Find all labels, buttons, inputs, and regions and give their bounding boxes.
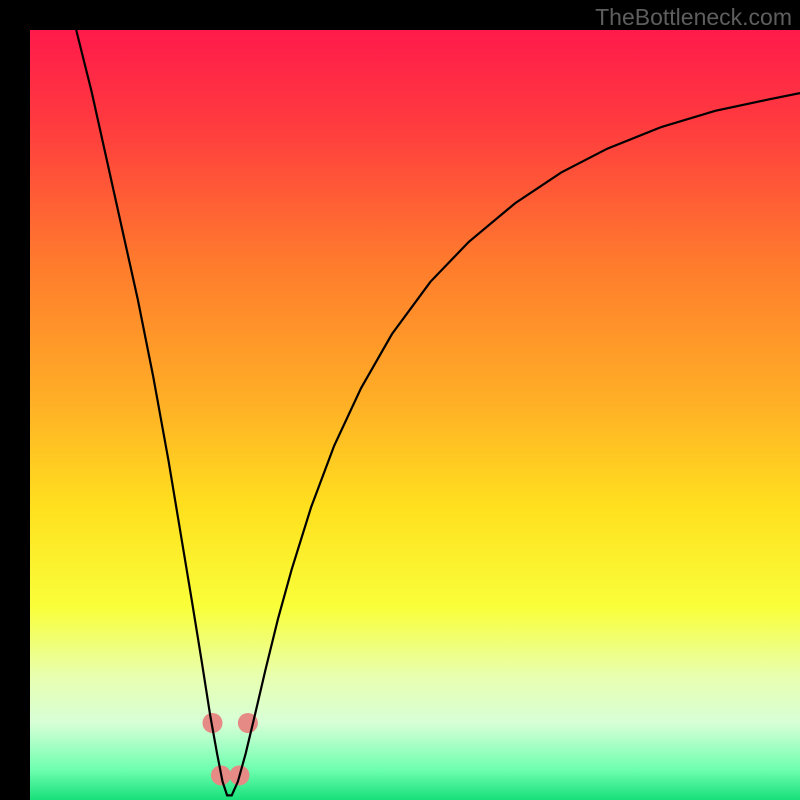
- plot-svg: [30, 30, 800, 800]
- plot-background: [30, 30, 800, 800]
- watermark-text: TheBottleneck.com: [595, 4, 792, 31]
- chart-frame: [30, 30, 800, 800]
